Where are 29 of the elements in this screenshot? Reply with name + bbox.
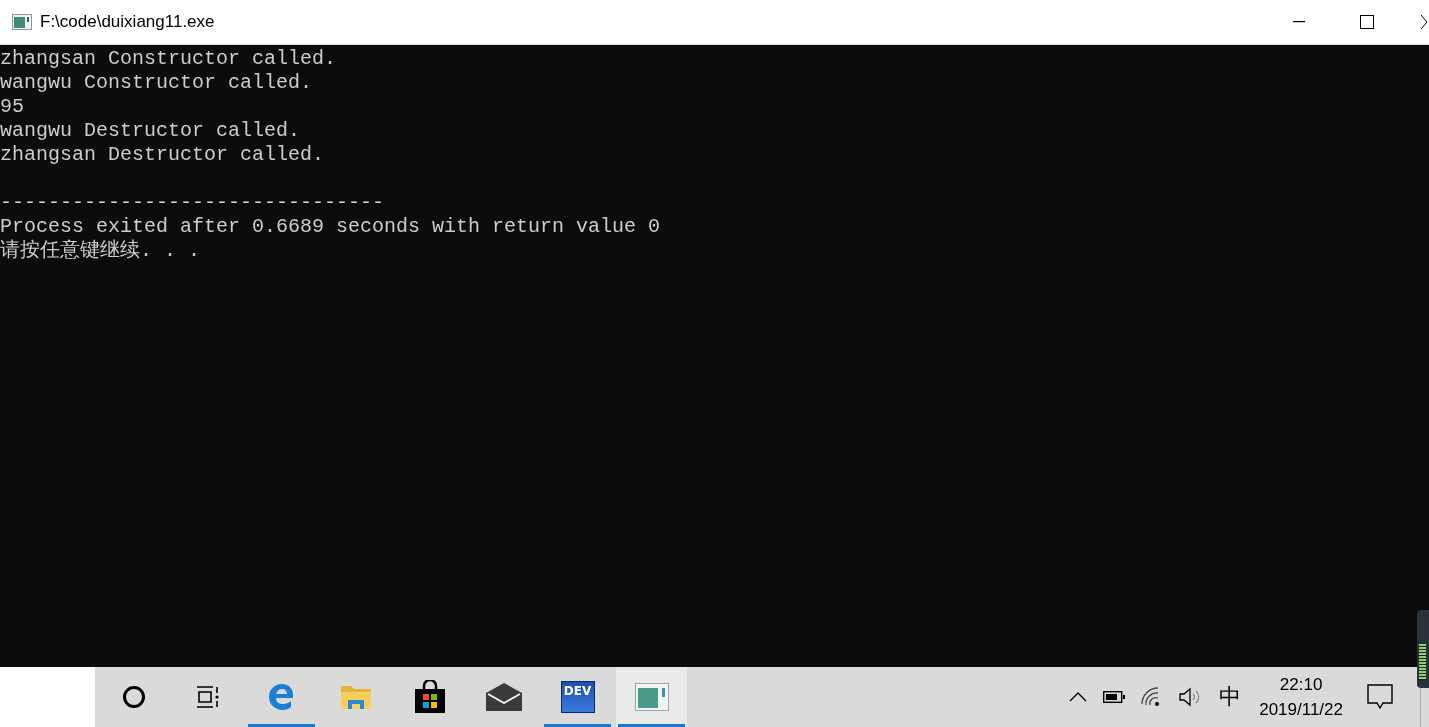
console-line: 95 bbox=[0, 95, 24, 118]
speaker-icon[interactable] bbox=[1179, 687, 1202, 707]
console-line: zhangsan Constructor called. bbox=[0, 47, 337, 70]
minimize-icon bbox=[1293, 21, 1305, 23]
clock[interactable]: 22:10 2019/11/22 bbox=[1259, 672, 1343, 722]
close-icon bbox=[1421, 15, 1427, 29]
dev-app-icon: DEV bbox=[560, 681, 595, 713]
taskbar-app-button[interactable]: DEV bbox=[542, 667, 613, 727]
console-line: Process exited after 0.6689 seconds with return value 0 bbox=[0, 215, 661, 238]
circle-icon bbox=[121, 685, 146, 709]
folder-icon bbox=[339, 683, 372, 711]
console-line: wangwu Constructor called. bbox=[0, 71, 313, 94]
maximize-icon bbox=[1360, 15, 1374, 29]
battery-icon[interactable] bbox=[1103, 691, 1126, 703]
clock-date: 2019/11/22 bbox=[1259, 699, 1343, 721]
console-window-icon bbox=[12, 14, 32, 30]
console-line: zhangsan Destructor called. bbox=[0, 143, 325, 166]
input-method-indicator[interactable]: 中 bbox=[1219, 682, 1242, 712]
window-title: F:\code\duixiang11.exe bbox=[40, 12, 215, 32]
shopping-bag-icon bbox=[412, 680, 447, 714]
chevron-up-icon[interactable] bbox=[1069, 692, 1088, 702]
console-line: wangwu Destructor called. bbox=[0, 119, 301, 142]
task-view-icon bbox=[194, 685, 221, 709]
console-line: -------------------------------- bbox=[0, 191, 385, 214]
console-line: 请按任意键继续. . . bbox=[0, 239, 200, 262]
envelope-icon bbox=[485, 682, 522, 712]
clock-time: 22:10 bbox=[1279, 674, 1323, 696]
notification-icon[interactable] bbox=[1367, 684, 1393, 710]
console-window-icon bbox=[634, 683, 669, 711]
